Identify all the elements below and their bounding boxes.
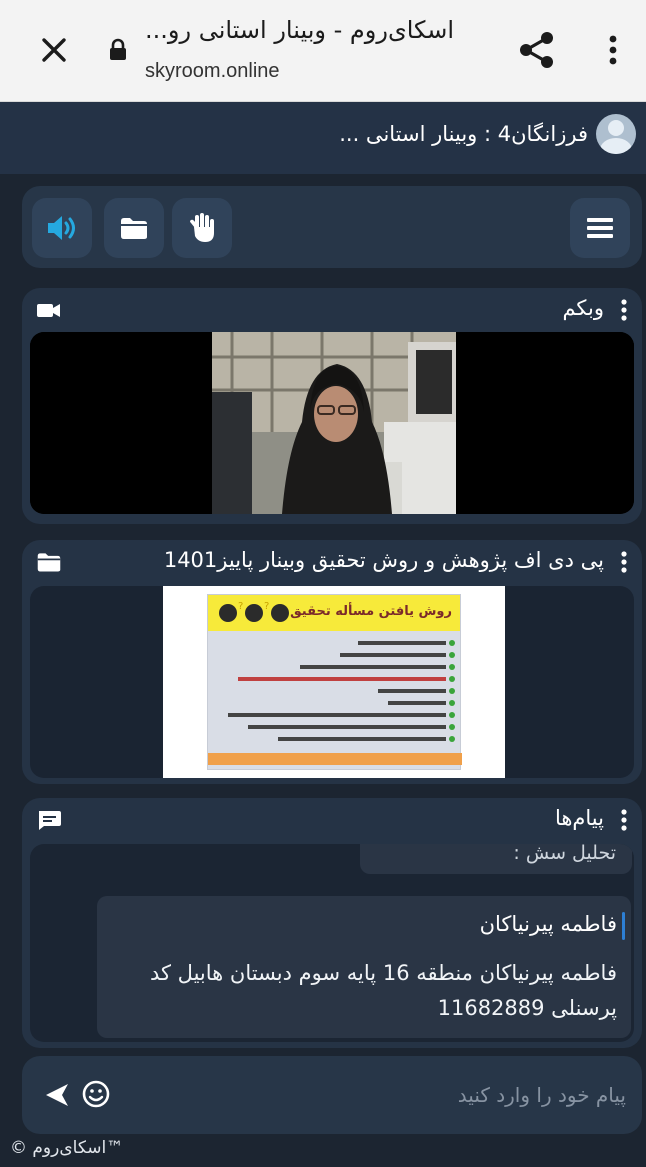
room-header: فرزانگان4 : وبینار استانی ...	[0, 102, 646, 174]
slide-bullets	[208, 640, 462, 765]
webcam-video[interactable]	[30, 332, 634, 514]
speaker-button[interactable]	[32, 198, 92, 258]
folder-button[interactable]	[104, 198, 164, 258]
share-icon[interactable]	[515, 28, 559, 72]
webcam-panel: وبکم	[22, 288, 642, 524]
pdf-slide: ? ? روش یافتن مسأله تحقیق	[163, 586, 505, 778]
room-title: فرزانگان4 : وبینار استانی ...	[339, 122, 588, 146]
lock-icon	[106, 38, 130, 62]
chat-bubble-icon[interactable]	[36, 808, 62, 832]
slide-clipart-icon: ? ?	[216, 599, 294, 627]
slide-heading: روش یافتن مسأله تحقیق	[290, 604, 452, 619]
webcam-panel-title: وبکم	[562, 296, 604, 320]
message-list[interactable]: تحلیل سش : فاطمه پیرنیاکان فاطمه پیرنیاک…	[30, 844, 634, 1042]
message-composer	[22, 1056, 642, 1134]
raise-hand-button[interactable]	[172, 198, 232, 258]
message-input[interactable]	[186, 1076, 626, 1114]
menu-icon	[587, 218, 613, 238]
chat-panel-title: پیام‌ها	[554, 806, 604, 830]
video-camera-icon[interactable]	[36, 298, 62, 322]
chat-panel-header: پیام‌ها	[22, 798, 642, 842]
overflow-menu-icon[interactable]	[598, 30, 628, 70]
page-url[interactable]: skyroom.online	[145, 60, 280, 83]
chat-panel: پیام‌ها تحلیل سش : فاطمه پیرنیاکان فاطمه…	[22, 798, 642, 1048]
main-menu-button[interactable]	[570, 198, 630, 258]
toolbar	[22, 186, 642, 268]
close-icon[interactable]	[32, 28, 76, 72]
kebab-menu-icon[interactable]	[620, 808, 628, 832]
webcam-panel-header: وبکم	[22, 288, 642, 332]
message-text: فاطمه پیرنیاکان منطقه 16 پایه سوم دبستان…	[149, 961, 617, 1020]
avatar[interactable]	[596, 114, 636, 154]
emoji-icon[interactable]	[80, 1078, 112, 1110]
browser-bar: اسکای‌روم - وبینار استانی رو... skyroom.…	[0, 0, 646, 102]
folder-icon	[121, 218, 147, 239]
hand-icon	[190, 213, 214, 242]
kebab-menu-icon[interactable]	[620, 298, 628, 322]
document-viewer[interactable]: ? ? روش یافتن مسأله تحقیق	[30, 586, 634, 778]
message-item: تحلیل سش :	[360, 844, 632, 874]
message-sender: فاطمه پیرنیاکان	[479, 912, 617, 936]
slide-frame: ? ? روش یافتن مسأله تحقیق	[207, 594, 462, 770]
send-icon[interactable]	[42, 1080, 70, 1110]
message-text: تحلیل سش :	[513, 844, 616, 864]
kebab-menu-icon[interactable]	[620, 550, 628, 574]
message-item: فاطمه پیرنیاکان فاطمه پیرنیاکان منطقه 16…	[97, 896, 631, 1038]
footer-brand: ™اسکای‌روم ©	[10, 1138, 124, 1158]
page-title: اسکای‌روم - وبینار استانی رو...	[145, 16, 455, 44]
document-panel-header: پی دی اف پژوهش و روش تحقیق وبینار پاییز1…	[22, 540, 642, 584]
svg-text:?: ?	[264, 601, 269, 612]
document-panel: پی دی اف پژوهش و روش تحقیق وبینار پاییز1…	[22, 540, 642, 784]
speaker-icon	[48, 216, 75, 240]
document-panel-title: پی دی اف پژوهش و روش تحقیق وبینار پاییز1…	[163, 548, 604, 572]
svg-text:?: ?	[238, 601, 243, 612]
folder-icon[interactable]	[36, 550, 62, 574]
webcam-frame	[30, 332, 634, 514]
sender-marker	[622, 912, 625, 940]
